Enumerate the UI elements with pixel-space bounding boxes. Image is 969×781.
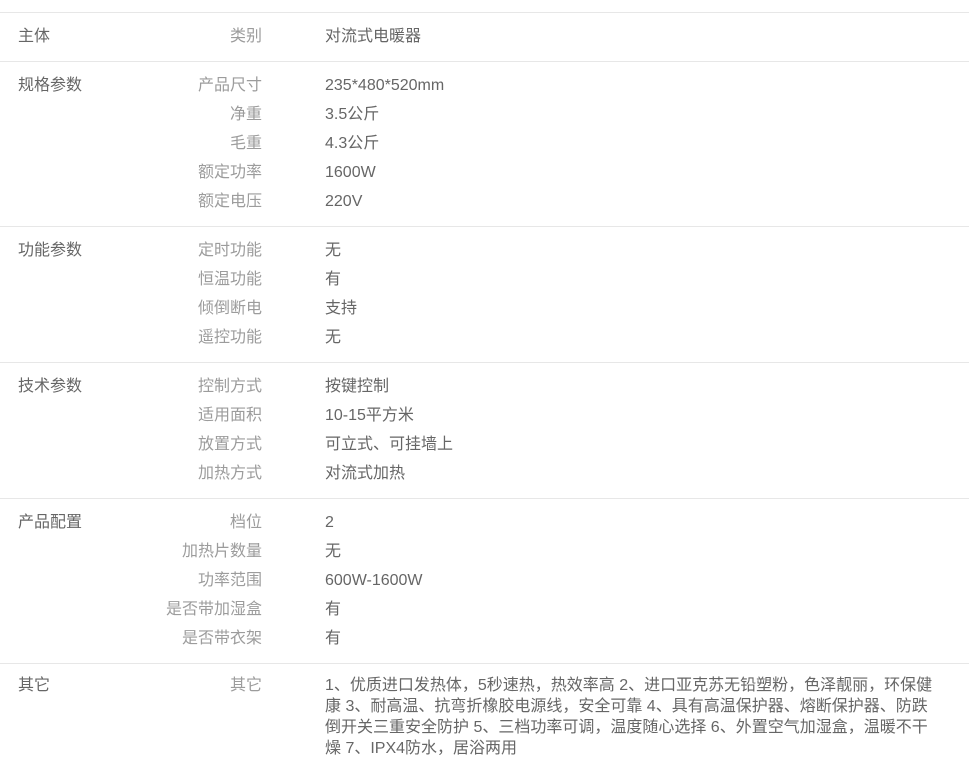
spec-value: 10-15平方米	[325, 401, 969, 430]
spec-label: 遥控功能	[160, 323, 262, 352]
spec-row: 遥控功能 无	[160, 323, 969, 352]
spec-section-1: 主体 类别 对流式电暖器	[0, 12, 969, 61]
spec-section-4: 技术参数 控制方式 按键控制 适用面积 10-15平方米 放置方式 可立式、可挂…	[0, 362, 969, 498]
spec-label: 控制方式	[160, 372, 262, 401]
spec-label: 类别	[160, 22, 262, 51]
spec-label: 毛重	[160, 129, 262, 158]
section-rows: 档位 2 加热片数量 无 功率范围 600W-1600W 是否带加湿盒 有 是否…	[160, 508, 969, 653]
product-spec-table: 主体 类别 对流式电暖器 规格参数 产品尺寸 235*480*520mm 净重 …	[0, 0, 969, 781]
spec-row: 功率范围 600W-1600W	[160, 566, 969, 595]
spec-row: 定时功能 无	[160, 236, 969, 265]
spec-value: 有	[325, 595, 969, 624]
section-rows: 控制方式 按键控制 适用面积 10-15平方米 放置方式 可立式、可挂墙上 加热…	[160, 372, 969, 488]
spec-section-2: 规格参数 产品尺寸 235*480*520mm 净重 3.5公斤 毛重 4.3公…	[0, 61, 969, 226]
spec-section-3: 功能参数 定时功能 无 恒温功能 有 倾倒断电 支持 遥控功能 无	[0, 226, 969, 362]
section-title: 规格参数	[0, 71, 160, 216]
spec-row: 产品尺寸 235*480*520mm	[160, 71, 969, 100]
spec-value: 有	[325, 624, 969, 653]
spec-row: 倾倒断电 支持	[160, 294, 969, 323]
spec-row: 适用面积 10-15平方米	[160, 401, 969, 430]
spec-label: 产品尺寸	[160, 71, 262, 100]
spec-label: 适用面积	[160, 401, 262, 430]
spec-label: 净重	[160, 100, 262, 129]
spec-value: 对流式加热	[325, 459, 969, 488]
spec-label: 档位	[160, 508, 262, 537]
spec-label: 加热方式	[160, 459, 262, 488]
spec-label: 是否带加湿盒	[160, 595, 262, 624]
spec-row: 放置方式 可立式、可挂墙上	[160, 430, 969, 459]
spec-label: 定时功能	[160, 236, 262, 265]
spec-row: 档位 2	[160, 508, 969, 537]
spec-value: 无	[325, 537, 969, 566]
spec-label: 是否带衣架	[160, 624, 262, 653]
spec-label: 加热片数量	[160, 537, 262, 566]
spec-row: 额定功率 1600W	[160, 158, 969, 187]
spec-value: 有	[325, 265, 969, 294]
spec-value: 235*480*520mm	[325, 71, 969, 100]
spec-value: 3.5公斤	[325, 100, 969, 129]
spec-label: 功率范围	[160, 566, 262, 595]
section-title: 其它	[0, 675, 160, 759]
spec-value: 按键控制	[325, 372, 969, 401]
spec-label: 放置方式	[160, 430, 262, 459]
spec-row: 毛重 4.3公斤	[160, 129, 969, 158]
section-title: 产品配置	[0, 508, 160, 653]
spec-value: 无	[325, 236, 969, 265]
spec-value: 1、优质进口发热体，5秒速热，热效率高 2、进口亚克苏无铅塑粉，色泽靓丽，环保健…	[325, 675, 969, 759]
spec-row: 恒温功能 有	[160, 265, 969, 294]
section-title: 主体	[0, 22, 160, 51]
spec-row: 其它 1、优质进口发热体，5秒速热，热效率高 2、进口亚克苏无铅塑粉，色泽靓丽，…	[160, 675, 969, 759]
spec-label: 额定电压	[160, 187, 262, 216]
spec-label: 其它	[160, 675, 262, 696]
spec-label: 倾倒断电	[160, 294, 262, 323]
section-rows: 类别 对流式电暖器	[160, 22, 969, 51]
spec-value: 1600W	[325, 158, 969, 187]
spec-value: 支持	[325, 294, 969, 323]
spec-section-5: 产品配置 档位 2 加热片数量 无 功率范围 600W-1600W 是否带加湿盒…	[0, 498, 969, 663]
spec-value: 对流式电暖器	[325, 22, 969, 51]
spec-value: 4.3公斤	[325, 129, 969, 158]
spec-row: 加热方式 对流式加热	[160, 459, 969, 488]
spec-value: 600W-1600W	[325, 566, 969, 595]
section-title: 技术参数	[0, 372, 160, 488]
spec-row: 类别 对流式电暖器	[160, 22, 969, 51]
section-rows: 其它 1、优质进口发热体，5秒速热，热效率高 2、进口亚克苏无铅塑粉，色泽靓丽，…	[160, 675, 969, 759]
section-title: 功能参数	[0, 236, 160, 352]
spec-value: 220V	[325, 187, 969, 216]
spec-row: 净重 3.5公斤	[160, 100, 969, 129]
section-rows: 定时功能 无 恒温功能 有 倾倒断电 支持 遥控功能 无	[160, 236, 969, 352]
spec-row: 控制方式 按键控制	[160, 372, 969, 401]
spec-row: 是否带加湿盒 有	[160, 595, 969, 624]
spec-value: 2	[325, 508, 969, 537]
spec-value: 无	[325, 323, 969, 352]
spec-value: 可立式、可挂墙上	[325, 430, 969, 459]
spec-row: 是否带衣架 有	[160, 624, 969, 653]
section-rows: 产品尺寸 235*480*520mm 净重 3.5公斤 毛重 4.3公斤 额定功…	[160, 71, 969, 216]
spec-section-6: 其它 其它 1、优质进口发热体，5秒速热，热效率高 2、进口亚克苏无铅塑粉，色泽…	[0, 663, 969, 771]
spec-label: 额定功率	[160, 158, 262, 187]
spec-row: 加热片数量 无	[160, 537, 969, 566]
spec-row: 额定电压 220V	[160, 187, 969, 216]
spec-label: 恒温功能	[160, 265, 262, 294]
